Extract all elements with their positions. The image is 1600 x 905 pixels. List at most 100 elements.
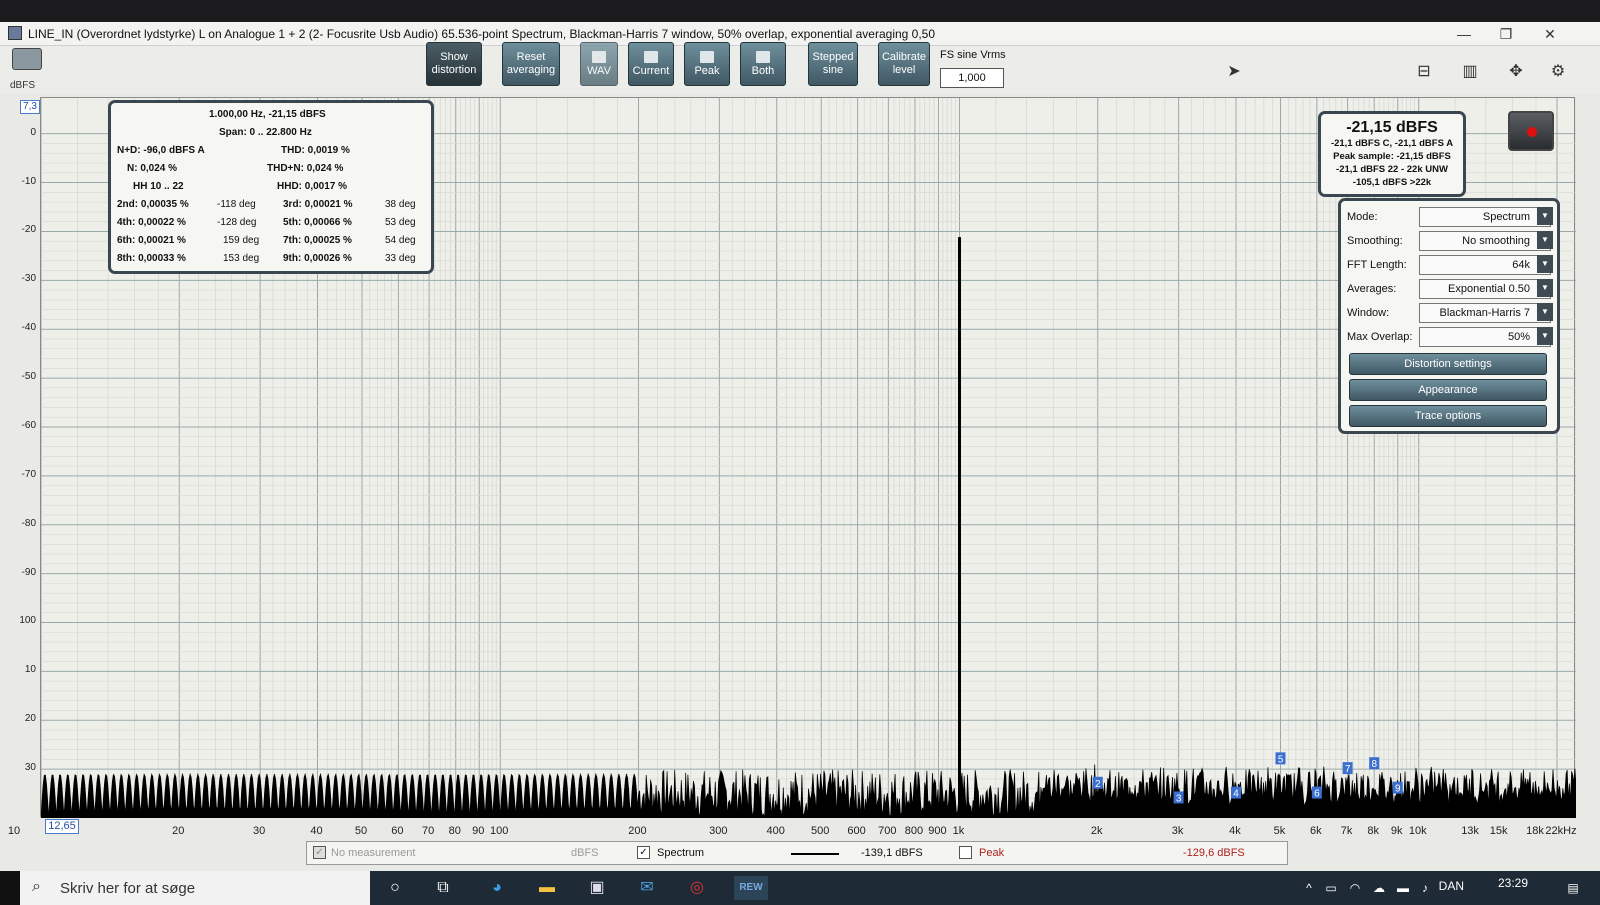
x-tick-label: 5k	[1273, 825, 1286, 837]
store-icon[interactable]: ▣	[584, 876, 610, 900]
trace-options-button[interactable]: Trace options	[1349, 405, 1547, 427]
chevron-down-icon[interactable]: ▼	[1537, 303, 1553, 321]
averages-row: Averages: Exponential 0.50 ▼	[1347, 279, 1553, 299]
x-tick-label: 3k	[1171, 825, 1184, 837]
save-peak-button[interactable]: Peak	[684, 42, 730, 86]
smoothing-label: Smoothing:	[1347, 235, 1403, 247]
stepped-sine-button[interactable]: Stepped sine	[808, 42, 858, 86]
chevron-down-icon[interactable]: ▼	[1537, 207, 1553, 225]
no-measurement-label: No measurement	[331, 847, 416, 859]
opera-browser-icon[interactable]: ◎	[684, 876, 710, 900]
dist-h9: 9th: 0,00026 %	[283, 253, 352, 264]
peak-trace-label: Peak	[979, 847, 1005, 859]
task-view-icon[interactable]: ⧉	[430, 876, 456, 900]
taskbar-search-box[interactable]: ⌕ Skriv her for at søge	[20, 871, 370, 905]
y-tick-label: 10	[24, 664, 36, 676]
peak-checkbox[interactable]	[959, 846, 972, 859]
y-tick-label: 30	[24, 762, 36, 774]
dist-thd: THD: 0,0019 %	[281, 145, 350, 156]
dist-h6: 6th: 0,00021 %	[117, 235, 186, 246]
x-tick-label: 400	[766, 825, 785, 837]
level-weighted: -21,1 dBFS C, -21,1 dBFS A	[1330, 138, 1454, 149]
averages-select[interactable]: Exponential 0.50	[1419, 279, 1551, 299]
x-tick-label: 7k	[1340, 825, 1353, 837]
calibrate-level-button[interactable]: Calibrate level	[878, 42, 930, 86]
settings-gear-icon[interactable]: ⚙	[1544, 60, 1572, 84]
notifications-icon[interactable]: ▤	[1560, 876, 1586, 900]
x-tick-label: 22kHz	[1545, 825, 1577, 837]
x-tick-label: 900	[928, 825, 947, 837]
y-top-value[interactable]: 7,3	[20, 100, 40, 114]
window-label: Window:	[1347, 307, 1390, 319]
mode-select[interactable]: Spectrum	[1419, 207, 1551, 227]
screen-top-edge	[0, 0, 1600, 22]
appearance-button[interactable]: Appearance	[1349, 379, 1547, 401]
x-tick-label: 10k	[1408, 825, 1427, 837]
window-select[interactable]: Blackman-Harris 7	[1419, 303, 1551, 323]
camera-icon[interactable]	[12, 48, 42, 70]
spectrum-checkbox[interactable]: ✓	[637, 846, 650, 859]
edge-browser-icon[interactable]: ◕	[484, 876, 510, 900]
rew-window: LINE_IN (Overordnet lydstyrke) L on Anal…	[0, 0, 1600, 905]
no-measurement-checkbox[interactable]: ✓	[313, 846, 326, 859]
save-both-button[interactable]: Both	[740, 42, 786, 86]
floppy-icon	[644, 50, 658, 63]
windows-taskbar: ⌕ Skriv her for at søge ○ ⧉ ◕ ▬ ▣ ✉ ◎ RE…	[0, 871, 1600, 905]
level-peak-sample: Peak sample: -21,15 dBFS	[1333, 151, 1451, 162]
clock[interactable]: 23:29	[1498, 876, 1528, 890]
reset-averaging-button[interactable]: Reset averaging	[502, 42, 560, 86]
y-tick-label: 20	[24, 713, 36, 725]
title-bar: LINE_IN (Overordnet lydstyrke) L on Anal…	[0, 22, 1600, 46]
cortana-icon[interactable]: ○	[382, 876, 408, 900]
y-tick-label: -20	[21, 224, 36, 236]
chevron-down-icon[interactable]: ▼	[1537, 279, 1553, 297]
cloud-icon[interactable]: ☁	[1366, 876, 1392, 900]
fft-length-select[interactable]: 64k	[1419, 255, 1551, 275]
spectrum-line-swatch	[791, 853, 839, 855]
dist-h8-phase: 153 deg	[223, 253, 260, 264]
wifi-icon[interactable]: ◠	[1342, 876, 1368, 900]
x-left-value[interactable]: 12,65	[45, 819, 79, 834]
restore-button[interactable]: ❐	[1494, 25, 1518, 43]
fft-length-row: FFT Length: 64k ▼	[1347, 255, 1553, 275]
rew-taskbar-icon[interactable]: REW	[734, 876, 768, 900]
x-tick-label: 100	[490, 825, 509, 837]
smoothing-select[interactable]: No smoothing	[1419, 231, 1551, 251]
window-row: Window: Blackman-Harris 7 ▼	[1347, 303, 1553, 323]
wav-button[interactable]: WAV	[580, 42, 618, 86]
volume-icon[interactable]: ♪	[1412, 876, 1438, 900]
record-button[interactable]	[1508, 111, 1554, 151]
chevron-down-icon[interactable]: ▼	[1537, 231, 1553, 249]
language-indicator[interactable]: DAN	[1439, 879, 1464, 893]
x-tick-label: 500	[811, 825, 830, 837]
distortion-settings-button[interactable]: Distortion settings	[1349, 353, 1547, 375]
show-distortion-button[interactable]: Show distortion	[426, 42, 482, 86]
harmonic-marker-label: 5	[1278, 754, 1284, 765]
start-button[interactable]	[0, 871, 20, 905]
max-overlap-select[interactable]: 50%	[1419, 327, 1551, 347]
file-explorer-icon[interactable]: ▬	[534, 876, 560, 900]
mouse-cursor-icon: ➤	[1227, 63, 1241, 80]
analyser-controls-panel: Mode: Spectrum ▼ Smoothing: No smoothing…	[1338, 198, 1560, 434]
chevron-down-icon[interactable]: ▼	[1537, 255, 1553, 273]
smoothing-row: Smoothing: No smoothing ▼	[1347, 231, 1553, 251]
peak-trace-value: -129,6 dBFS	[1183, 847, 1245, 859]
x-tick-label: 300	[709, 825, 728, 837]
zoom-fit-icon[interactable]: ✥	[1498, 60, 1534, 84]
minimize-button[interactable]: —	[1452, 25, 1476, 43]
tray-device-icon[interactable]: ▭	[1318, 876, 1344, 900]
columns-icon[interactable]: ▥	[1452, 60, 1488, 84]
x-tick-label: 50	[354, 825, 368, 837]
app-icon	[8, 26, 22, 40]
save-current-button[interactable]: Current	[628, 42, 674, 86]
close-button[interactable]: ✕	[1538, 25, 1562, 43]
panel-layout-icon[interactable]: ⊟	[1406, 60, 1442, 84]
chevron-down-icon[interactable]: ▼	[1537, 327, 1553, 345]
fs-sine-input[interactable]: 1,000	[940, 68, 1004, 88]
spectrum-value: -139,1 dBFS	[861, 847, 923, 859]
dist-h7-phase: 54 deg	[385, 235, 416, 246]
peak-label: Peak	[694, 64, 720, 77]
x-tick-label: 15k	[1489, 825, 1508, 837]
dist-thdn: THD+N: 0,024 %	[267, 163, 344, 174]
mail-icon[interactable]: ✉	[634, 876, 660, 900]
